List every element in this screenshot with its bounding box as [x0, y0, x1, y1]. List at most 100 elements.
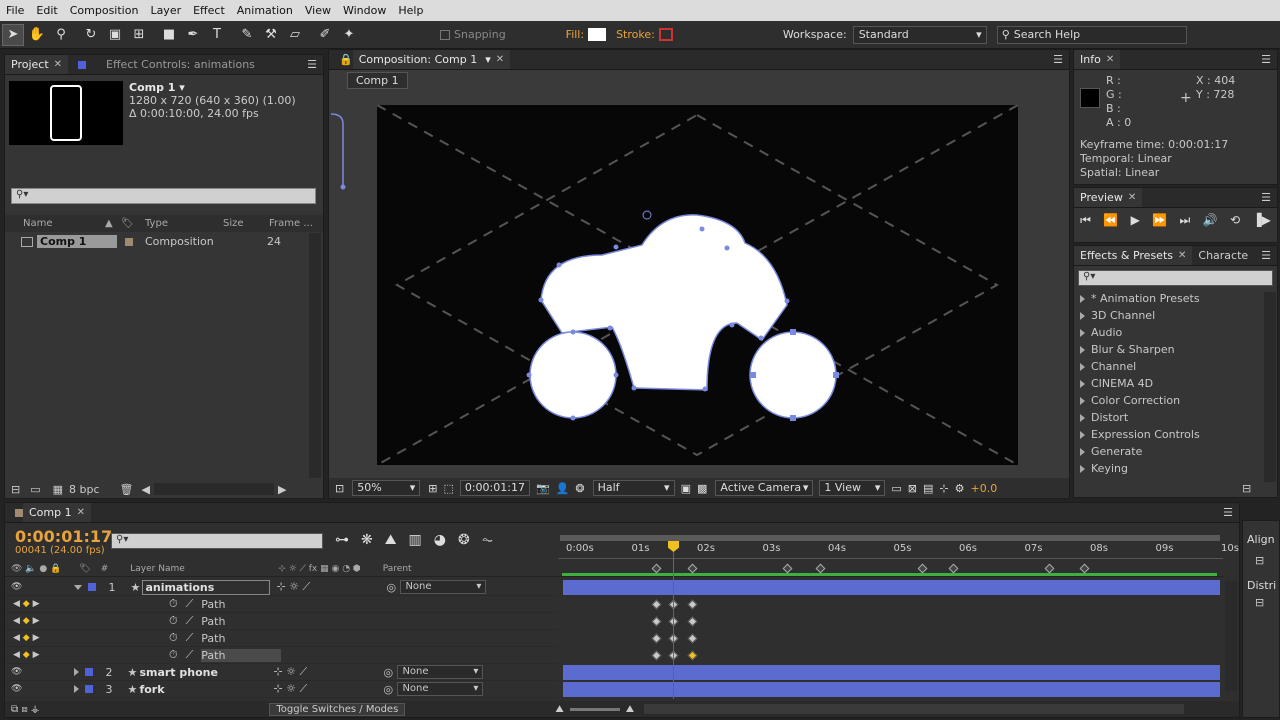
path-label[interactable]: Path: [201, 648, 282, 662]
expand-triangle-icon[interactable]: [1080, 413, 1085, 422]
bpc-label[interactable]: 8 bpc: [69, 483, 100, 496]
loop-icon[interactable]: ⟲: [1230, 213, 1240, 227]
first-frame-icon[interactable]: ⏮: [1080, 213, 1091, 228]
roto-brush-tool-icon[interactable]: ✐: [314, 24, 336, 46]
visibility-eye-icon[interactable]: 👁: [11, 684, 22, 694]
expand-triangle-icon[interactable]: [74, 584, 83, 590]
tab-comp-1[interactable]: Comp 1 ✕: [23, 503, 91, 522]
layer-name[interactable]: fork: [139, 683, 267, 696]
toggle-pixel-aspect-icon[interactable]: ▭: [891, 482, 901, 495]
keyframe-diamond[interactable]: [651, 599, 662, 610]
timeline-vscrollbar[interactable]: [1225, 581, 1237, 691]
menu-edit[interactable]: Edit: [30, 4, 63, 17]
keyframe-diamond[interactable]: [687, 633, 698, 644]
keyframe-navigator[interactable]: ◀ ◆ ▶: [13, 650, 141, 660]
current-time-field[interactable]: 0:00:01:17: [459, 480, 530, 496]
new-folder-icon[interactable]: ▭: [30, 483, 40, 496]
close-icon[interactable]: ✕: [1178, 250, 1186, 261]
effects-category-item[interactable]: Keying: [1074, 460, 1262, 477]
next-frame-icon[interactable]: ⏩: [1152, 213, 1167, 227]
keyframe-diamond[interactable]: [651, 650, 662, 661]
effects-scrollbar[interactable]: [1264, 292, 1276, 482]
path-label[interactable]: Path: [201, 632, 281, 645]
tab-info[interactable]: Info ✕: [1074, 50, 1121, 69]
path-label[interactable]: Path: [201, 598, 281, 611]
graph-icon[interactable]: ⟋: [186, 597, 194, 611]
layer-duration-bar[interactable]: [563, 665, 1220, 680]
zoom-slider[interactable]: [569, 707, 620, 711]
panel-menu-icon[interactable]: ☰: [1261, 53, 1271, 66]
interpret-footage-icon[interactable]: ⊟: [11, 483, 20, 496]
new-bin-icon[interactable]: ⊟: [1242, 482, 1251, 495]
snapping-checkbox[interactable]: [440, 29, 450, 40]
playhead[interactable]: [673, 541, 674, 699]
brainstorm-icon[interactable]: ❂: [458, 532, 470, 548]
rectangle-tool-icon[interactable]: ■: [158, 24, 180, 46]
expand-triangle-icon[interactable]: [1080, 430, 1085, 439]
hide-shy-layers-icon[interactable]: ⛰: [385, 532, 397, 548]
expand-triangle-icon[interactable]: [1080, 379, 1085, 388]
layer-label-color[interactable]: [85, 668, 94, 676]
audio-icon[interactable]: 🔊: [1203, 213, 1218, 227]
align-layer-icon[interactable]: ⊟: [1243, 546, 1279, 567]
path-property-row[interactable]: ◀ ◆ ▶ ⏱ ⟋ Path: [5, 596, 558, 613]
menu-animation[interactable]: Animation: [231, 4, 299, 17]
menu-layer[interactable]: Layer: [144, 4, 187, 17]
layer-label-color[interactable]: [88, 583, 97, 591]
pickwhip-icon[interactable]: ◎: [386, 581, 400, 594]
panel-menu-icon[interactable]: ☰: [307, 58, 317, 71]
selection-tool-icon[interactable]: ➤: [2, 23, 24, 46]
col-type[interactable]: Type: [145, 218, 223, 229]
effects-category-item[interactable]: CINEMA 4D: [1074, 375, 1262, 392]
distribute-layer-icon[interactable]: ⊟: [1243, 592, 1279, 609]
pen-tool-icon[interactable]: ✒: [182, 24, 204, 46]
timeline-search-input[interactable]: ⚲▾: [111, 533, 323, 549]
visibility-eye-icon[interactable]: 👁: [11, 667, 22, 677]
ram-preview-icon[interactable]: ▐▶: [1252, 213, 1270, 227]
fill-swatch[interactable]: [588, 28, 607, 41]
fast-previews-icon[interactable]: ⊠: [908, 482, 917, 495]
stopwatch-icon[interactable]: ⏱: [169, 597, 178, 611]
eraser-tool-icon[interactable]: ▱: [284, 24, 306, 46]
current-time-display[interactable]: 0:00:01:17: [15, 527, 112, 546]
effects-search-input[interactable]: ⚲▾: [1078, 270, 1273, 286]
stopwatch-icon[interactable]: ⏱: [169, 614, 178, 628]
stroke-swatch[interactable]: [658, 28, 673, 41]
zoom-out-icon[interactable]: ⛰: [555, 704, 563, 715]
menu-help[interactable]: Help: [392, 4, 429, 17]
expand-triangle-icon[interactable]: [1080, 464, 1085, 473]
resolution-dropdown[interactable]: Half ▾: [592, 480, 675, 496]
path-property-row[interactable]: ◀ ◆ ▶ ⏱ ⟋ Path: [5, 647, 558, 664]
zoom-in-icon[interactable]: ⛰: [626, 704, 634, 715]
new-comp-icon[interactable]: ▦: [53, 483, 63, 496]
panel-menu-icon[interactable]: ☰: [1223, 506, 1233, 519]
tab-preview[interactable]: Preview ✕: [1074, 188, 1143, 207]
table-row[interactable]: 👁 2 ★ smart phone ⊹ ☼ ⟋ ◎ None ▾: [5, 664, 558, 681]
panel-menu-icon[interactable]: ☰: [1053, 53, 1063, 66]
comp-name[interactable]: Comp 1 ▾: [129, 81, 296, 94]
tab-effects-presets[interactable]: Effects & Presets ✕: [1074, 246, 1193, 265]
always-preview-icon[interactable]: ⊡: [335, 482, 344, 495]
scroll-left-icon[interactable]: ◀: [142, 483, 150, 496]
distribute-label[interactable]: Distri: [1243, 567, 1279, 592]
graph-icon[interactable]: ⟋: [186, 648, 194, 662]
tab-project[interactable]: Project ✕: [5, 55, 69, 74]
menu-file[interactable]: File: [0, 4, 30, 17]
col-frame[interactable]: Frame ...: [269, 218, 313, 229]
parent-dropdown[interactable]: None ▾: [397, 682, 484, 696]
scroll-right-icon[interactable]: ▶: [278, 483, 286, 496]
keyframe-navigator[interactable]: ◀ ◆ ▶: [13, 616, 141, 626]
effects-category-item[interactable]: Distort: [1074, 409, 1262, 426]
comp-canvas[interactable]: [377, 105, 1018, 465]
flowchart-icon[interactable]: ⊹: [939, 482, 948, 495]
col-name[interactable]: Name: [23, 218, 105, 229]
list-item[interactable]: Comp 1 Composition 24: [5, 233, 305, 250]
workspace-dropdown[interactable]: Standard ▾: [852, 25, 987, 44]
stopwatch-icon[interactable]: ⏱: [169, 631, 178, 645]
chevron-down-icon[interactable]: ▾: [485, 53, 491, 66]
expand-triangle-icon[interactable]: [1080, 328, 1085, 337]
exposure-value[interactable]: +0.0: [971, 482, 998, 495]
close-icon[interactable]: ✕: [1128, 192, 1136, 203]
expand-triangle-icon[interactable]: [1080, 345, 1085, 354]
graph-icon[interactable]: ⟋: [186, 631, 194, 645]
